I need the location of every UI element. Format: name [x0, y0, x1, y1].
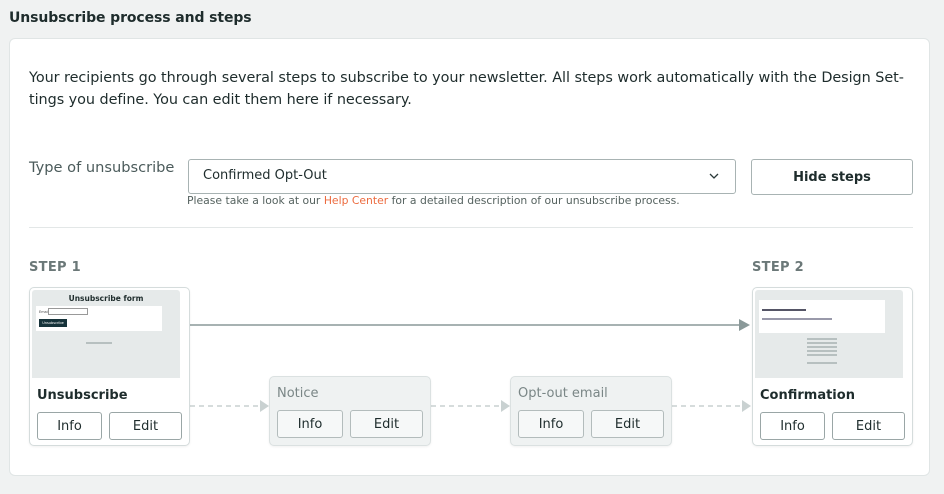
opt-out-email-edit-button[interactable]: Edit: [591, 410, 664, 438]
hint-text-after: for a detailed description of our unsubs…: [388, 194, 680, 207]
preview-content-box: [759, 300, 885, 333]
preview-footer-line: [86, 342, 112, 344]
help-hint: Please take a look at our Help Center fo…: [187, 194, 680, 207]
unsubscribe-type-select[interactable]: Confirmed Opt-Out: [188, 159, 736, 194]
opt-out-email-info-button[interactable]: Info: [518, 410, 584, 438]
preview-button: Unsubscribe: [39, 319, 67, 327]
step-2-label: STEP 2: [752, 260, 805, 275]
unsubscribe-info-button[interactable]: Info: [37, 412, 102, 440]
section-title: Unsubscribe process and steps: [9, 10, 252, 26]
preview-form-box: Email Unsubscribe: [36, 306, 162, 331]
notice-edit-button[interactable]: Edit: [350, 410, 423, 438]
hint-text-before: Please take a look at our: [187, 194, 324, 207]
step-name-unsubscribe: Unsubscribe: [37, 388, 128, 403]
preview-address-block: [807, 338, 837, 356]
preview-title: Unsubscribe form: [68, 294, 144, 303]
hide-steps-button[interactable]: Hide steps: [751, 159, 913, 195]
confirmation-edit-button[interactable]: Edit: [832, 412, 905, 440]
step-card-confirmation: Confirmation Info Edit: [752, 287, 913, 446]
select-value: Confirmed Opt-Out: [203, 168, 327, 183]
step-name-confirmation: Confirmation: [760, 388, 855, 403]
unsubscribe-form-preview: Unsubscribe form Email Unsubscribe: [32, 290, 180, 378]
step-1-label: STEP 1: [29, 260, 82, 275]
dashed-arrow-head-3: [742, 400, 751, 412]
step-name-opt-out-email: Opt-out email: [518, 386, 608, 401]
unsubscribe-edit-button[interactable]: Edit: [109, 412, 182, 440]
help-center-link[interactable]: Help Center: [324, 194, 388, 207]
preview-line: [762, 309, 806, 311]
step-card-notice: Notice Info Edit: [269, 376, 431, 446]
intro-text: Your recipients go through several steps…: [29, 70, 904, 108]
preview-line: [762, 318, 832, 320]
dashed-arrow-head-2: [501, 400, 510, 412]
chevron-down-icon: [709, 173, 719, 179]
confirmation-page-preview: [755, 290, 903, 378]
unsubscribe-settings-card: Your recipients go through several steps…: [9, 38, 930, 476]
divider: [29, 227, 913, 228]
preview-footer-line: [807, 362, 837, 364]
preview-field-box: [48, 308, 88, 315]
step-name-notice: Notice: [277, 386, 319, 401]
unsubscribe-type-label: Type of unsubscribe: [29, 159, 175, 176]
dashed-arrow-head-1: [260, 400, 269, 412]
notice-info-button[interactable]: Info: [277, 410, 343, 438]
main-arrow-head: [739, 319, 750, 331]
step-card-unsubscribe: Unsubscribe form Email Unsubscribe Unsub…: [29, 287, 190, 446]
confirmation-info-button[interactable]: Info: [760, 412, 825, 440]
step-card-opt-out-email: Opt-out email Info Edit: [510, 376, 672, 446]
